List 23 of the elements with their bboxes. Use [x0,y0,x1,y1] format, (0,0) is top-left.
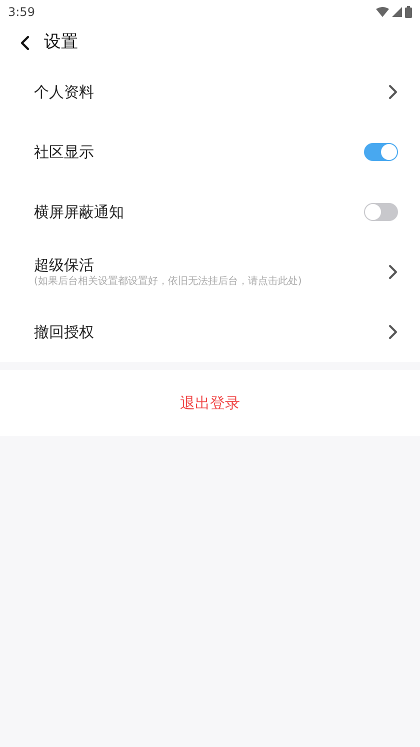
toggle-switch[interactable] [364,203,398,221]
row-label: 撤回授权 [34,322,95,342]
chevron-right-icon [388,324,398,340]
battery-icon [405,6,412,18]
signal-icon [392,7,402,17]
settings-row[interactable]: 撤回授权 [0,302,420,362]
status-time: 3:59 [8,4,35,21]
settings-row[interactable]: 超级保活 (如果后台相关设置都设置好，依旧无法挂后台，请点击此处) [0,242,420,302]
chevron-right-icon [388,84,398,100]
back-icon[interactable] [20,35,30,51]
row-label: 社区显示 [34,142,95,162]
row-label: 个人资料 [34,82,95,102]
page-title: 设置 [44,31,78,54]
toggle-switch[interactable] [364,143,398,161]
wifi-icon [376,7,389,17]
settings-row[interactable]: 横屏屏蔽通知 [0,182,420,242]
row-label: 横屏屏蔽通知 [34,202,125,222]
row-hint: (如果后台相关设置都设置好，依旧无法挂后台，请点击此处) [34,275,303,289]
row-label: 超级保活 [34,255,95,275]
settings-row[interactable]: 个人资料 [0,62,420,122]
logout-button[interactable]: 退出登录 [0,370,420,436]
settings-row[interactable]: 社区显示 [0,122,420,182]
chevron-right-icon [388,264,398,280]
